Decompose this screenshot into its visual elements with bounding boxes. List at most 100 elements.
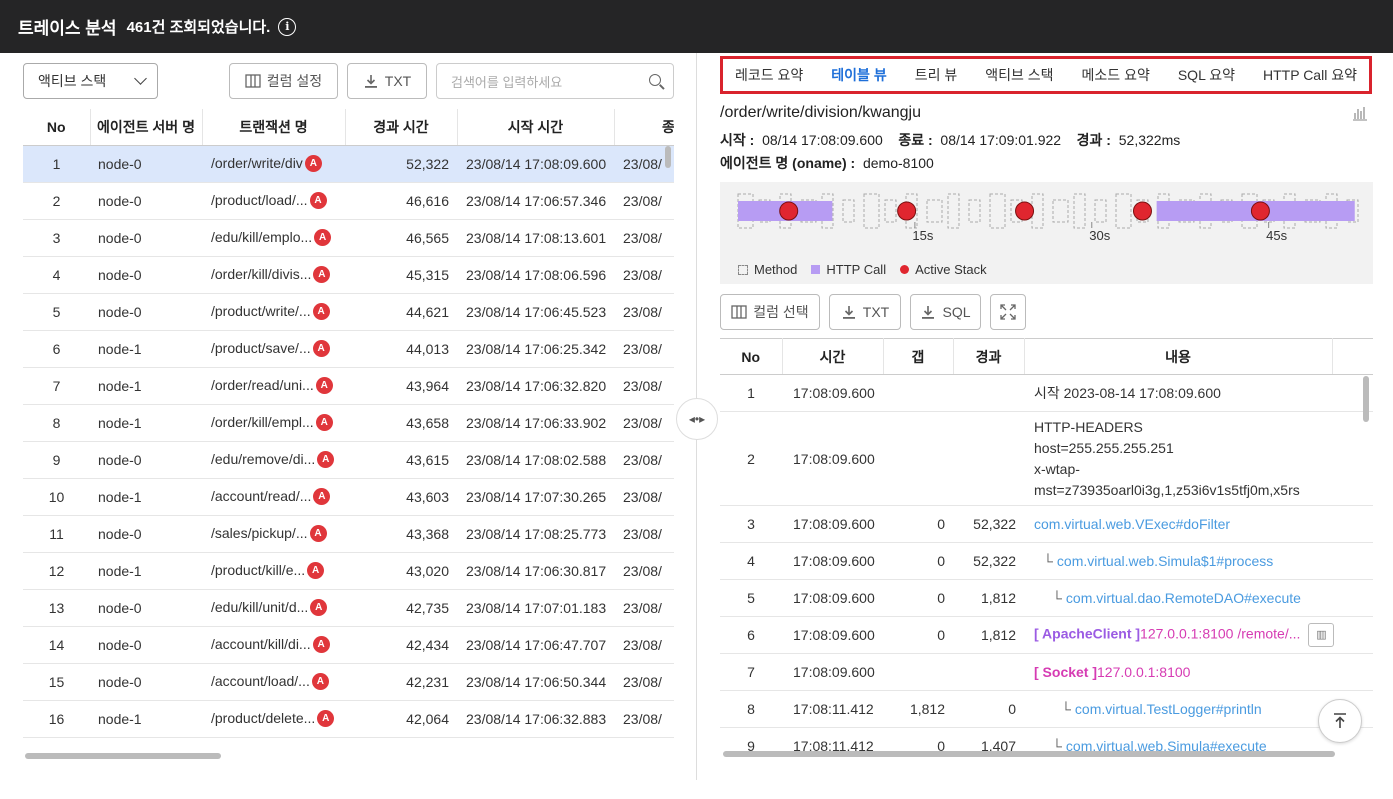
row-transaction[interactable]: /order/read/uni... A [202, 367, 345, 405]
col-header-0[interactable]: No [23, 109, 91, 146]
table-row[interactable]: 11 node-0/sales/pickup/... A 43,368 23/08/14… [23, 515, 674, 553]
tab-1[interactable]: 테이블 뷰 [831, 65, 886, 85]
row-transaction[interactable]: /product/kill/e... A [202, 552, 345, 590]
txt-download-button[interactable]: TXT [347, 63, 427, 99]
trace-list-panel: 액티브 스택 컬럼 설정 TXT 검색어를 입력하세요 No 에이전트 서버 명트… [0, 53, 697, 780]
method-span [968, 199, 981, 223]
call-row[interactable]: 2 17:08:09.600 HTTP-HEADERS host=255.255.25… [720, 411, 1373, 506]
scroll-to-top-button[interactable] [1318, 699, 1362, 743]
call-target[interactable]: 127.0.0.1:8100 /remote/... [1140, 626, 1300, 642]
call-table: No 시간 갭 경과 내용 1 17:08:09.600 시작 2023-08-14 17:… [720, 338, 1373, 758]
tab-5[interactable]: SQL 요약 [1178, 65, 1235, 85]
bar-chart-icon[interactable]: ▥ [1308, 623, 1335, 647]
table-row[interactable]: 16 node-1/product/delete... A 42,064 23/08/1… [23, 700, 674, 738]
row-no: 4 [23, 256, 90, 294]
column-settings-button[interactable]: 컬럼 설정 [229, 63, 338, 99]
active-stack-marker[interactable] [897, 201, 917, 221]
row-transaction[interactable]: /order/kill/divis... A [202, 256, 345, 294]
call-table-hscroll[interactable] [723, 751, 1335, 757]
row-transaction[interactable]: /product/write/... A [202, 293, 345, 331]
call-row[interactable]: 8 17:08:11.412 1,812 0 └ com.virtual.TestLogg… [720, 690, 1373, 728]
call-row[interactable]: 1 17:08:09.600 시작 2023-08-14 17:08:09.600 [720, 374, 1373, 412]
active-stack-marker[interactable] [1132, 201, 1152, 221]
col-header-4[interactable]: 시작 시간 [457, 109, 615, 146]
detail-col-header-3[interactable]: 경과 [953, 338, 1025, 375]
table-row[interactable]: 10 node-1/account/read/... A 43,603 23/08/14… [23, 478, 674, 516]
col-header-3[interactable]: 경과 시간 [345, 109, 458, 146]
expand-button[interactable] [990, 294, 1026, 330]
tab-4[interactable]: 메소드 요약 [1082, 65, 1150, 85]
call-text: 시작 2023-08-14 17:08:09.600 [1034, 385, 1221, 401]
row-transaction[interactable]: /product/delete... A [202, 700, 345, 738]
bar-chart-icon[interactable] [1352, 105, 1368, 121]
row-transaction[interactable]: /product/load/... A [202, 182, 345, 220]
row-agent: node-0 [90, 182, 202, 220]
table-row[interactable]: 5 node-0/product/write/... A 44,621 23/08/14… [23, 293, 674, 331]
detail-col-header-2[interactable]: 갭 [883, 338, 954, 375]
method-link[interactable]: com.virtual.TestLogger#println [1075, 701, 1262, 717]
row-transaction[interactable]: /account/kill/di... A [202, 626, 345, 664]
search-icon[interactable] [649, 74, 661, 86]
active-stack-marker[interactable] [1015, 201, 1035, 221]
active-stack-marker[interactable] [779, 201, 799, 221]
table-row[interactable]: 6 node-1/product/save/... A 44,013 23/08/14 … [23, 330, 674, 368]
method-link[interactable]: com.virtual.web.Simula$1#process [1057, 553, 1273, 569]
view-mode-select[interactable]: 액티브 스택 [23, 63, 158, 99]
trace-table-hscroll[interactable] [25, 753, 221, 759]
row-transaction[interactable]: /edu/remove/di... A [202, 441, 345, 479]
row-no: 16 [23, 700, 90, 738]
row-transaction[interactable]: /sales/pickup/... A [202, 515, 345, 553]
call-no: 7 [720, 653, 782, 691]
table-row[interactable]: 8 node-1/order/kill/empl... A 43,658 23/08/1… [23, 404, 674, 442]
sql-download-button[interactable]: SQL [910, 294, 981, 330]
row-transaction[interactable]: /order/write/div A [202, 145, 345, 183]
col-header-1[interactable]: 에이전트 서버 명 [90, 109, 203, 146]
row-transaction[interactable]: /edu/kill/emplo... A [202, 219, 345, 257]
table-row[interactable]: 15 node-0/account/load/... A 42,231 23/08/14… [23, 663, 674, 701]
col-header-5[interactable]: 종 [614, 109, 674, 146]
info-icon[interactable]: i [278, 17, 297, 36]
method-link[interactable]: com.virtual.web.VExec#doFilter [1034, 516, 1230, 532]
detail-col-header-0[interactable]: No [720, 338, 783, 375]
column-select-button[interactable]: 컬럼 선택 [720, 294, 820, 330]
detail-col-header-1[interactable]: 시간 [782, 338, 884, 375]
search-input[interactable]: 검색어를 입력하세요 [436, 63, 674, 99]
row-transaction[interactable]: /edu/kill/unit/d... A [202, 589, 345, 627]
active-stack-marker[interactable] [1250, 201, 1270, 221]
table-row[interactable]: 12 node-1/product/kill/e... A 43,020 23/08/1… [23, 552, 674, 590]
row-transaction[interactable]: /order/kill/empl... A [202, 404, 345, 442]
tab-3[interactable]: 액티브 스택 [985, 65, 1053, 85]
table-row[interactable]: 1 node-0/order/write/div A 52,322 23/08/14 1… [23, 145, 674, 183]
call-row[interactable]: 5 17:08:09.600 0 1,812 └ com.virtual.dao.Remo… [720, 579, 1373, 617]
col-header-2[interactable]: 트랜잭션 명 [202, 109, 346, 146]
detail-col-header-4[interactable]: 내용 [1024, 338, 1333, 375]
table-row[interactable]: 3 node-0/edu/kill/emplo... A 46,565 23/08/14… [23, 219, 674, 257]
call-row[interactable]: 4 17:08:09.600 0 52,322 └ com.virtual.web.Sim… [720, 542, 1373, 580]
method-link[interactable]: com.virtual.dao.RemoteDAO#execute [1066, 590, 1301, 606]
panel-splitter-handle[interactable]: ◂•▸ [676, 398, 718, 440]
active-badge: A [312, 340, 330, 358]
more-tabs-icon[interactable]: ··· [1340, 67, 1357, 83]
row-transaction[interactable]: /account/load/... A [202, 663, 345, 701]
transaction-name: /product/delete... [211, 709, 316, 726]
row-start-time: 23/08/14 17:06:25.342 [457, 330, 614, 368]
call-row[interactable]: 6 17:08:09.600 0 1,812[ ApacheClient ]127.0… [720, 616, 1373, 654]
call-target[interactable]: 127.0.0.1:8100 [1097, 664, 1190, 680]
trace-table-vscroll[interactable] [665, 146, 671, 168]
table-row[interactable]: 2 node-0/product/load/... A 46,616 23/08/14 … [23, 182, 674, 220]
table-row[interactable]: 4 node-0/order/kill/divis... A 45,315 23/08/… [23, 256, 674, 294]
result-count: 461건 조회되었습니다. [126, 19, 271, 36]
table-row[interactable]: 14 node-0/account/kill/di... A 42,434 23/08/… [23, 626, 674, 664]
row-transaction[interactable]: /product/save/... A [202, 330, 345, 368]
row-transaction[interactable]: /account/read/... A [202, 478, 345, 516]
table-row[interactable]: 9 node-0/edu/remove/di... A 43,615 23/08/14 … [23, 441, 674, 479]
call-table-vscroll[interactable] [1363, 376, 1369, 422]
row-elapsed: 43,615 [345, 441, 457, 479]
table-row[interactable]: 7 node-1/order/read/uni... A 43,964 23/08/14… [23, 367, 674, 405]
detail-txt-button[interactable]: TXT [829, 294, 901, 330]
call-row[interactable]: 7 17:08:09.600 [ Socket ]127.0.0.1:8100 [720, 653, 1373, 691]
tab-0[interactable]: 레코드 요약 [735, 65, 803, 85]
tab-2[interactable]: 트리 뷰 [915, 65, 958, 85]
table-row[interactable]: 13 node-0/edu/kill/unit/d... A 42,735 23/08/… [23, 589, 674, 627]
call-row[interactable]: 3 17:08:09.600 0 52,322 com.virtual.web.VExe… [720, 505, 1373, 543]
